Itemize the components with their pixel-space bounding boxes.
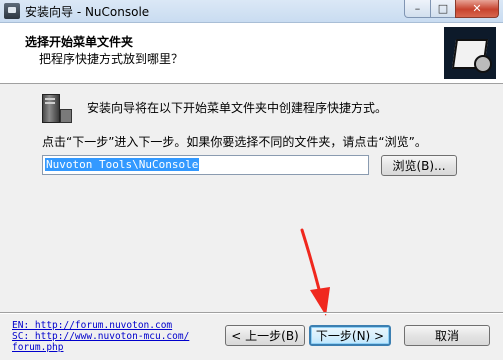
- start-menu-folder-icon: [40, 93, 72, 123]
- footer-separator: [0, 312, 503, 314]
- wizard-logo-icon: [444, 27, 496, 79]
- footer-links: EN: http://forum.nuvoton.com SC: http://…: [12, 320, 222, 353]
- forum-link-sc-cont[interactable]: forum.php: [12, 342, 222, 353]
- folder-value: Nuvoton Tools\NuConsole: [45, 158, 200, 171]
- browse-button[interactable]: 浏览(B)...: [381, 155, 457, 176]
- wizard-header: 选择开始菜单文件夹 把程序快捷方式放到哪里？: [0, 23, 503, 84]
- start-menu-folder-input[interactable]: Nuvoton Tools\NuConsole: [42, 155, 369, 175]
- minimize-button[interactable]: –: [404, 0, 431, 18]
- window-title: 安装向导 - NuConsole: [25, 5, 150, 19]
- title-bar: 安装向导 - NuConsole – □ ✕: [0, 0, 503, 23]
- app-icon: [4, 3, 20, 19]
- page-title: 选择开始菜单文件夹: [25, 35, 134, 49]
- next-button[interactable]: 下一步(N) >: [309, 325, 391, 346]
- close-button[interactable]: ✕: [455, 0, 499, 18]
- info-text: 安装向导将在以下开始菜单文件夹中创建程序快捷方式。: [87, 101, 388, 115]
- back-button[interactable]: < 上一步(B): [225, 325, 305, 346]
- cancel-button[interactable]: 取消: [404, 325, 490, 346]
- forum-link-sc[interactable]: SC: http://www.nuvoton-mcu.com/: [12, 331, 222, 342]
- forum-link-en[interactable]: EN: http://forum.nuvoton.com: [12, 320, 222, 331]
- instruction-text: 点击“下一步”进入下一步。如果你要选择不同的文件夹，请点击“浏览”。: [42, 135, 427, 149]
- maximize-button[interactable]: □: [430, 0, 456, 18]
- page-subtitle: 把程序快捷方式放到哪里？: [39, 52, 184, 66]
